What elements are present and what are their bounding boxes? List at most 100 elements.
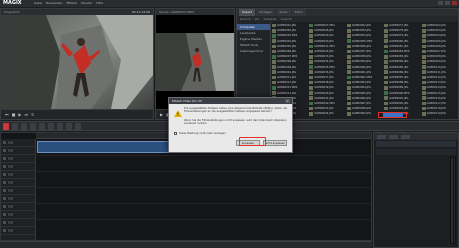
image-file-icon <box>384 28 389 33</box>
tab-vorlagen[interactable]: Vorlagen <box>255 9 276 16</box>
image-file-icon <box>272 75 276 80</box>
checkbox-icon[interactable] <box>174 132 177 135</box>
image-file-icon <box>309 96 314 101</box>
image-file-icon <box>309 70 314 75</box>
timeline-clip[interactable] <box>37 141 187 153</box>
video-file-icon <box>346 39 351 43</box>
tab-fotos[interactable]: Fotos <box>291 9 306 16</box>
track-header[interactable] <box>1 195 35 203</box>
menu-item-hilfe[interactable]: Hilfe <box>96 1 103 6</box>
level-meters <box>450 157 456 244</box>
cut-icon[interactable] <box>39 123 45 130</box>
panel-tab[interactable] <box>389 134 398 139</box>
zoom-icon[interactable] <box>66 123 72 130</box>
split-icon[interactable] <box>48 123 54 130</box>
image-file-icon <box>346 80 351 85</box>
delete-icon[interactable] <box>30 123 36 130</box>
source-video-frame[interactable] <box>156 15 234 109</box>
undo-icon[interactable] <box>12 123 18 130</box>
track-header[interactable] <box>1 163 35 171</box>
track-header[interactable] <box>1 211 35 219</box>
image-file-icon <box>421 28 426 33</box>
panel-tab[interactable] <box>401 134 410 139</box>
audio-mixer-panel <box>373 132 459 248</box>
file-name: GOPR0035.MP4 <box>314 65 335 69</box>
close-icon[interactable] <box>452 1 457 5</box>
file-name: GOPR0027.MP4 <box>314 24 335 28</box>
file-name: GOPR0057.JPG <box>351 50 371 54</box>
file-name: GOPR0119.JPG <box>426 112 446 116</box>
image-file-icon <box>309 54 314 59</box>
file-name: GOPR0052.JPG <box>351 24 371 28</box>
dialog-close-icon[interactable]: × <box>285 99 290 103</box>
panel-tab[interactable] <box>377 134 386 139</box>
file-item[interactable]: GOPR0120.JPG <box>422 116 456 117</box>
loop-icon[interactable]: ↻ <box>31 112 34 117</box>
window-controls <box>438 1 457 5</box>
back-button[interactable]: Zurück <box>240 17 250 21</box>
image-file-icon <box>309 60 314 64</box>
file-name: GOPR0111.JPG <box>426 70 446 74</box>
menu-item-bearbeiten[interactable]: Bearbeiten <box>46 1 62 6</box>
image-file-icon <box>272 70 276 75</box>
up-button[interactable]: Aufwärts <box>263 17 276 21</box>
file-name: GOPR0078.JPG <box>389 29 409 33</box>
timeline-scrollbar[interactable] <box>0 241 372 248</box>
file-name: GOPR0011.JPG <box>277 75 297 79</box>
track-header[interactable] <box>1 155 35 163</box>
image-file-icon <box>421 60 426 64</box>
tab-audio[interactable]: Audio <box>276 9 291 16</box>
view-button[interactable]: Ansicht <box>281 17 292 21</box>
image-file-icon <box>309 39 314 43</box>
menu-item-effekte[interactable]: Effekte <box>67 1 78 6</box>
redo-icon[interactable] <box>21 123 27 130</box>
file-name: GOPR0092.JPG <box>389 101 409 105</box>
minimize-icon[interactable] <box>438 1 443 5</box>
file-name: GOPR0028.JPG <box>314 29 334 33</box>
panel-row[interactable] <box>376 149 456 155</box>
menu-item-datei[interactable]: Datei <box>34 1 42 6</box>
track-header[interactable] <box>1 147 35 155</box>
snap-icon[interactable] <box>75 123 81 130</box>
maximize-icon[interactable] <box>445 1 450 5</box>
sidebar-item-lieblingsordner[interactable]: Lieblingsordner <box>237 48 270 54</box>
program-video-frame[interactable] <box>1 15 153 109</box>
stop-icon[interactable]: ■ <box>12 112 16 117</box>
dont-adjust-button[interactable]: Nicht anpassen <box>263 140 287 146</box>
file-item[interactable]: GOPR0070.MP4 <box>347 116 381 117</box>
menu-item-fenster[interactable]: Fenster <box>81 1 92 6</box>
forward-button[interactable]: Vor <box>254 17 259 21</box>
file-name: GOPR0013.MP4 <box>277 86 298 90</box>
track-header[interactable] <box>1 139 35 147</box>
play-icon[interactable]: ▶ <box>18 112 21 117</box>
skip-forward-icon[interactable]: ⏭ <box>24 112 28 117</box>
dont-show-again-checkbox[interactable]: Diese Meldung nicht mehr anzeigen <box>174 132 226 135</box>
image-file-icon <box>272 91 276 95</box>
skip-back-icon[interactable]: ⏮ <box>5 112 9 117</box>
image-file-icon <box>272 23 276 28</box>
marker-icon[interactable] <box>57 123 63 130</box>
image-file-icon <box>272 39 276 43</box>
track-header[interactable] <box>1 227 35 235</box>
image-file-icon <box>421 86 426 90</box>
track-header[interactable] <box>1 203 35 211</box>
image-file-icon <box>421 80 426 85</box>
image-file-icon <box>421 49 426 54</box>
tab-import[interactable]: Import <box>239 9 255 16</box>
file-name: GOPR0010.JPG <box>277 70 297 74</box>
image-file-icon <box>346 96 351 101</box>
track-header[interactable] <box>1 219 35 227</box>
file-name: GOPR0007.MP4 <box>277 55 298 59</box>
track-header[interactable] <box>1 187 35 195</box>
file-item[interactable]: GOPR0045.JPG <box>309 116 343 117</box>
mouse-mode-icon[interactable] <box>3 123 9 130</box>
source-play-icon[interactable]: ▶ <box>160 112 163 117</box>
track-header[interactable] <box>1 171 35 179</box>
file-name: GOPR0082.MP4 <box>389 50 410 54</box>
image-file-icon <box>384 75 389 80</box>
file-name: GOPR0068.JPG <box>351 107 371 111</box>
panel-row[interactable] <box>376 141 456 147</box>
image-file-icon <box>384 23 389 28</box>
track-header[interactable] <box>1 179 35 187</box>
file-name: GOPR0069.JPG <box>351 112 371 116</box>
